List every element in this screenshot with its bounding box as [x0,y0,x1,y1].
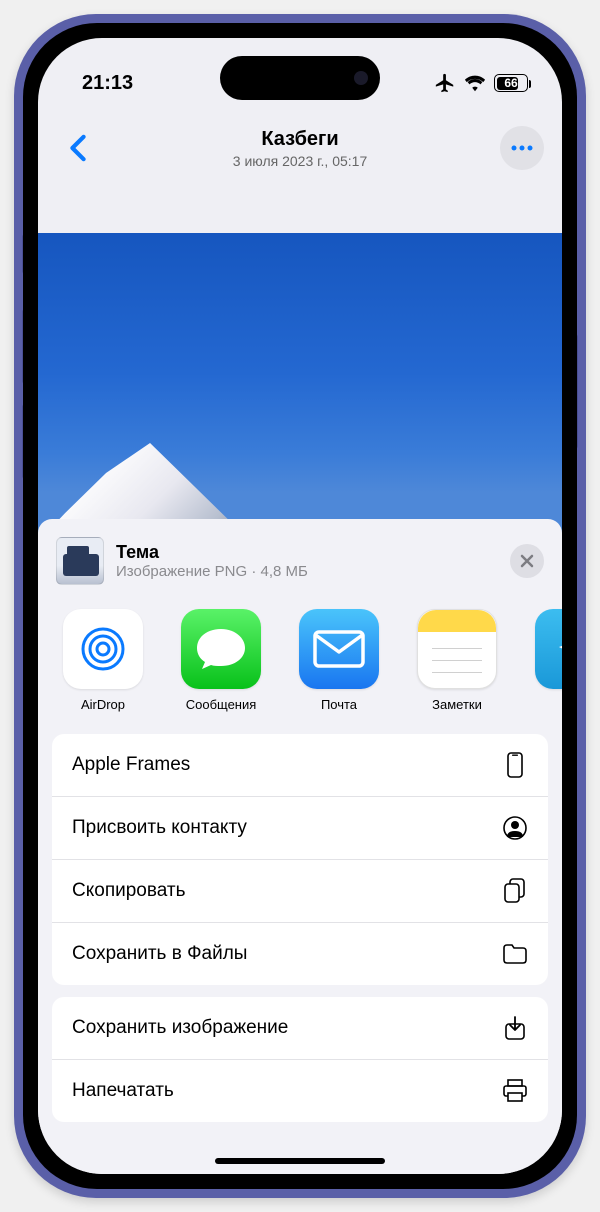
dynamic-island [220,56,380,100]
share-sheet: Тема Изображение PNG · 4,8 МБ [38,519,562,1174]
share-app-telegram[interactable]: Те [530,609,562,712]
print-icon [502,1078,528,1104]
phone-icon [502,752,528,778]
share-app-mail[interactable]: Почта [294,609,384,712]
navbar: Казбеги 3 июля 2023 г., 05:17 [38,108,562,188]
actions-group-1: Apple Frames Присвоить контакту Скопиров… [52,734,548,985]
action-print[interactable]: Напечатать [52,1060,548,1122]
more-button[interactable] [500,126,544,170]
wifi-icon [464,74,486,92]
share-apps-row[interactable]: AirDrop Сообщения Почта [38,599,562,730]
share-app-airdrop[interactable]: AirDrop [58,609,148,712]
screen: 21:13 66 [38,38,562,1174]
action-assign-contact[interactable]: Присвоить контакту [52,797,548,860]
airdrop-icon [76,622,130,676]
telegram-icon [553,627,562,671]
airplane-mode-icon [434,72,456,94]
notes-icon [418,610,496,632]
download-icon [502,1015,528,1041]
page-subtitle: 3 июля 2023 г., 05:17 [233,153,367,169]
share-app-messages[interactable]: Сообщения [176,609,266,712]
home-indicator[interactable] [215,1158,385,1164]
messages-icon [193,625,249,673]
action-apple-frames[interactable]: Apple Frames [52,734,548,797]
status-time: 21:13 [82,72,133,95]
close-button[interactable] [510,544,544,578]
back-button[interactable] [56,126,100,170]
mail-icon [313,630,365,668]
share-thumbnail [56,537,104,585]
action-save-files[interactable]: Сохранить в Файлы [52,923,548,985]
share-subtitle: Изображение PNG · 4,8 МБ [116,563,498,580]
share-app-notes[interactable]: Заметки [412,609,502,712]
battery-indicator: 66 [494,74,528,92]
share-title: Тема [116,542,498,563]
action-save-image[interactable]: Сохранить изображение [52,997,548,1060]
folder-icon [502,941,528,967]
actions-group-2: Сохранить изображение Напечатать [52,997,548,1122]
copy-icon [502,878,528,904]
page-title: Казбеги [233,128,367,151]
action-copy[interactable]: Скопировать [52,860,548,923]
contact-icon [502,815,528,841]
iphone-frame: 21:13 66 [14,14,586,1198]
